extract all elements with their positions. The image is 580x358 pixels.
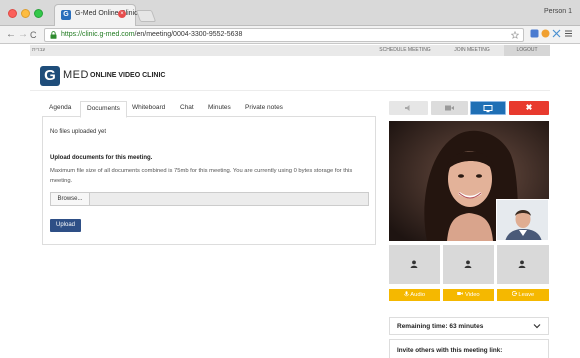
upload-description: Maximum file size of all documents combi… (50, 168, 353, 184)
language-link[interactable]: עברית (32, 47, 45, 53)
browser-toolbar: ← → C https://clinic.g-med.com/en/meetin… (0, 26, 580, 44)
audio-button-label: Audio (410, 292, 426, 298)
close-window-button[interactable] (8, 9, 17, 18)
participant-slot[interactable] (389, 245, 440, 284)
upload-button[interactable]: Upload (50, 219, 81, 232)
address-bar[interactable]: https://clinic.g-med.com/en/meeting/0004… (44, 28, 524, 42)
video-button[interactable]: Video (443, 289, 494, 301)
logo-brand: MED (63, 69, 89, 81)
video-camera-icon (457, 292, 464, 295)
header-divider (30, 90, 550, 91)
back-button[interactable]: ← (6, 29, 16, 41)
self-participant-image (497, 200, 548, 240)
upload-heading: Upload documents for this meeting. (50, 155, 153, 161)
extension-orange-icon[interactable] (541, 29, 550, 38)
gmed-favicon-icon: G (61, 10, 71, 20)
documents-panel: No files uploaded yet Upload documents f… (42, 117, 376, 245)
browse-button[interactable]: Browse... (51, 193, 90, 205)
participant-slot[interactable] (443, 245, 494, 284)
forward-button[interactable]: → (18, 29, 28, 41)
camera-toggle-button[interactable] (431, 101, 468, 115)
end-call-button[interactable]: ✖ (509, 101, 549, 115)
tab-agenda[interactable]: Agenda (49, 104, 71, 111)
file-input[interactable]: Browse... (50, 192, 369, 206)
menu-icon[interactable] (564, 29, 573, 38)
mute-mic-button[interactable] (389, 101, 428, 115)
url-path: /en/meeting/0004-3300-9552-5638 (134, 31, 243, 38)
video-button-label: Video (464, 292, 480, 298)
screen-share-button[interactable] (470, 101, 506, 115)
monitor-icon (483, 105, 493, 113)
tab-title: G-Med Online Clinic (75, 10, 138, 17)
star-icon[interactable] (510, 30, 520, 39)
page-action-icons (510, 30, 520, 41)
tab-chat[interactable]: Chat (180, 104, 194, 111)
logout-link[interactable]: Logout (504, 45, 550, 56)
browser-window: G G-Med Online Clinic × Person 1 ← → C h… (0, 0, 580, 358)
logo-mark: G (40, 66, 60, 86)
participant-slot[interactable] (497, 245, 549, 284)
tab-minutes[interactable]: Minutes (208, 104, 231, 111)
remaining-time-text: Remaining time: 63 minutes (397, 323, 484, 330)
no-files-message: No files uploaded yet (50, 129, 107, 135)
self-video (496, 199, 549, 241)
new-tab-button[interactable] (135, 10, 157, 22)
invite-text: Invite others with this meeting link: (397, 347, 503, 354)
leave-icon (511, 291, 518, 296)
invite-panel: Invite others with this meeting link: (389, 339, 549, 358)
tab-whiteboard[interactable]: Whiteboard (132, 104, 165, 111)
tab-strip: G G-Med Online Clinic × Person 1 (0, 0, 580, 26)
site-topbar: עברית Schedule Meeting Join Meeting Logo… (30, 45, 550, 56)
leave-button-label: Leave (518, 292, 535, 298)
minimize-window-button[interactable] (21, 9, 30, 18)
remaining-time-panel[interactable]: Remaining time: 63 minutes (389, 317, 549, 335)
audio-button[interactable]: Audio (389, 289, 440, 301)
url-text: https://clinic.g-med.com/en/meeting/0004… (61, 31, 242, 38)
tab-documents[interactable]: Documents (80, 101, 127, 118)
meeting-tabs: Agenda Documents Whiteboard Chat Minutes… (42, 101, 376, 118)
logo-subtitle: ONLINE VIDEO CLINIC (90, 72, 166, 79)
tab-private-notes[interactable]: Private notes (245, 104, 283, 111)
chevron-down-icon[interactable] (533, 323, 541, 329)
leave-button[interactable]: Leave (497, 289, 549, 301)
reload-button[interactable]: C (30, 29, 37, 41)
tab-close-icon[interactable]: × (118, 10, 126, 18)
microphone-icon (404, 291, 409, 297)
schedule-meeting-link[interactable]: Schedule Meeting (372, 45, 438, 56)
extension-icons (530, 29, 573, 40)
extension-settings-icon[interactable] (552, 29, 561, 38)
url-secure-part: https://clinic.g-med.com (61, 31, 135, 38)
lock-icon (50, 31, 57, 39)
extension-blue-icon[interactable] (530, 29, 539, 38)
speaker-icon (404, 105, 409, 111)
user-icon (410, 260, 418, 268)
profile-name[interactable]: Person 1 (544, 8, 572, 15)
browser-tab[interactable]: G G-Med Online Clinic × (54, 4, 138, 26)
maximize-window-button[interactable] (34, 9, 43, 18)
join-meeting-link[interactable]: Join Meeting (442, 45, 502, 56)
user-icon (518, 260, 526, 268)
user-icon (464, 260, 472, 268)
camera-icon (445, 105, 454, 111)
